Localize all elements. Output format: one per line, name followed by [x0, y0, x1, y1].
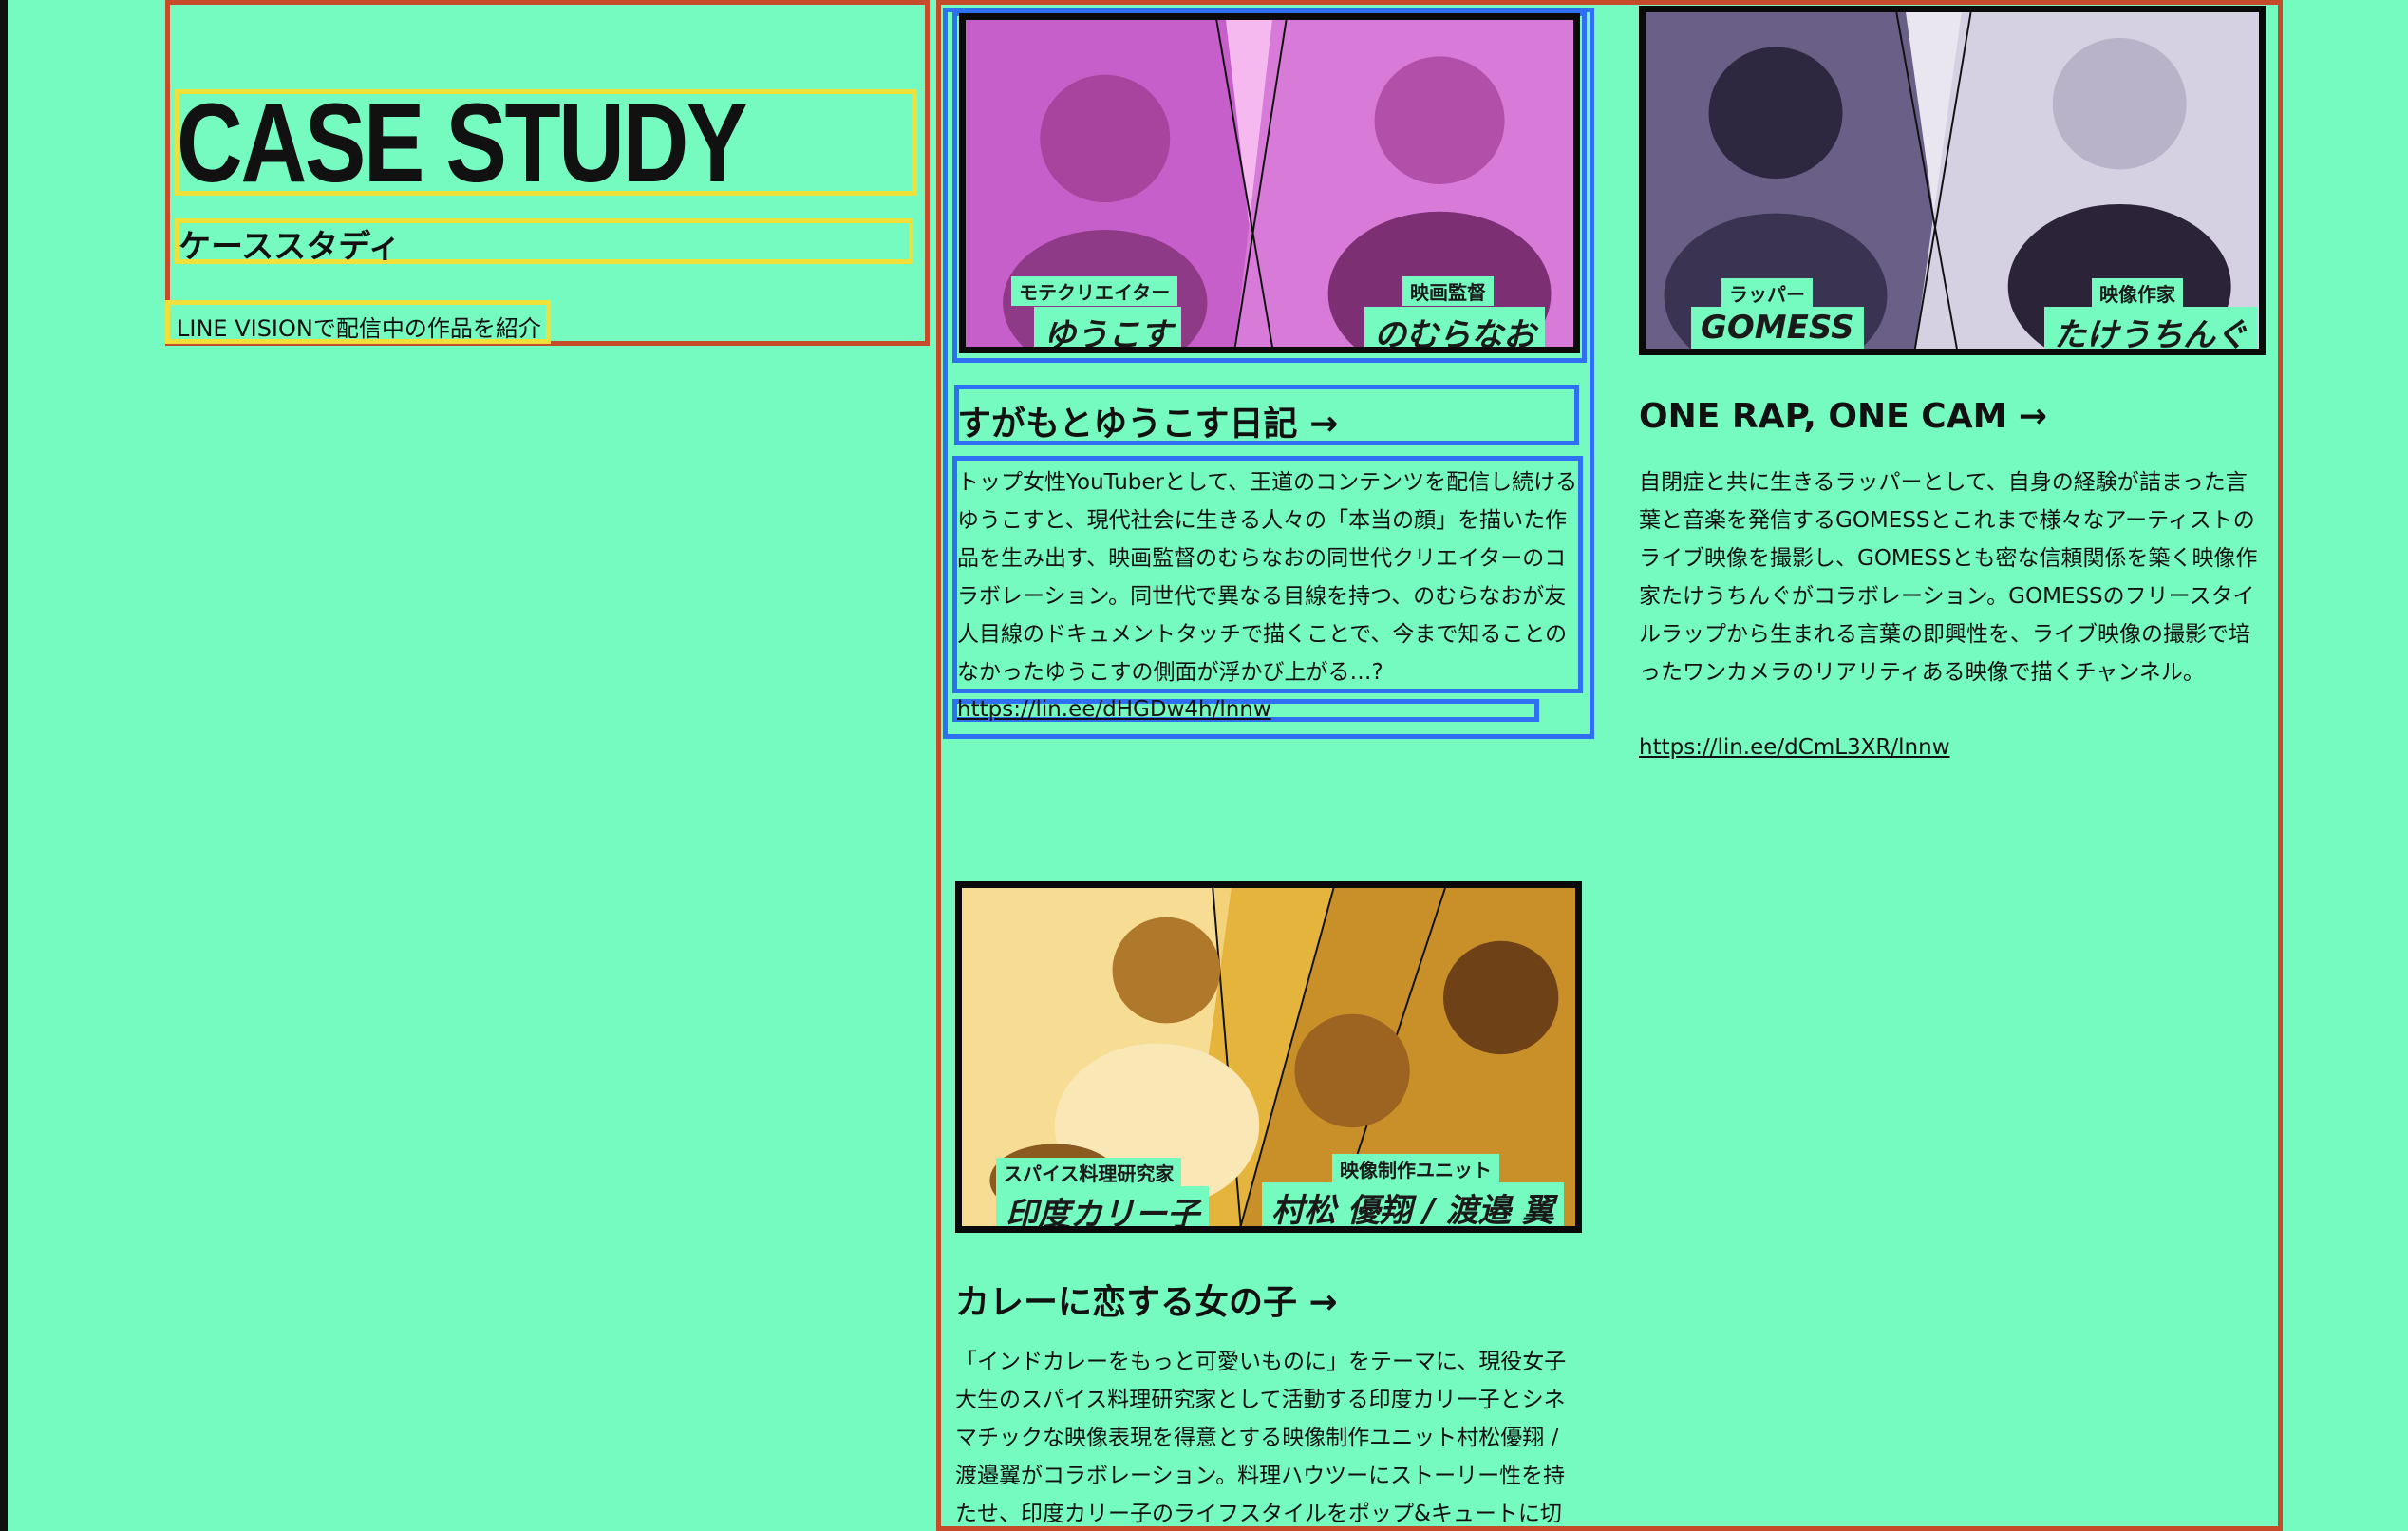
person-role-label: スパイス料理研究家	[996, 1158, 1182, 1187]
card-description: 自閉症と共に生きるラッパーとして、自身の経験が詰まった言葉と音楽を発信するGOM…	[1639, 470, 2258, 685]
person-role-label: モテクリエイター	[1011, 276, 1178, 306]
person-name-label: 印度カリー子	[996, 1186, 1209, 1226]
section-subtitle: ケーススタディ	[179, 228, 401, 266]
card-description: 「インドカレーをもっと可愛いものに」をテーマに、現役女子大生のスパイス料理研究家…	[955, 1350, 1567, 1526]
card-thumbnail[interactable]: スパイス料理研究家 印度カリー子 映像制作ユニット 村松 優翔 / 渡邉 翼	[955, 881, 1582, 1233]
card-title-link[interactable]: ONE RAP, ONE CAM →	[1639, 397, 2047, 436]
person-name-label: GOMESS	[1691, 307, 1864, 349]
card-title-link[interactable]: すがもとゆうこす日記 →	[957, 396, 1338, 445]
person-role-label: 映像制作ユニット	[1332, 1154, 1499, 1183]
person-name-label: たけうちんぐ	[2044, 307, 2257, 349]
card-external-link[interactable]: https://lin.ee/dCmL3XR/lnnw	[1639, 735, 1950, 760]
page: CASE STUDY ケーススタディ LINE VISIONで配信中の作品を紹介…	[0, 0, 2408, 1531]
section-intro: LINE VISIONで配信中の作品を紹介	[177, 315, 541, 342]
card-thumbnail[interactable]: ラッパー GOMESS 映像作家 たけうちんぐ	[1639, 6, 2266, 355]
person-name-label: のむらなお	[1364, 307, 1545, 347]
person-name-label: 村松 優翔 / 渡邉 翼	[1262, 1182, 1564, 1226]
card-title-link[interactable]: カレーに恋する女の子 →	[955, 1275, 1338, 1324]
card-thumbnail[interactable]: モテクリエイター ゆうこす 映画監督 のむらなお	[959, 13, 1580, 353]
left-edge-bar	[0, 0, 8, 1531]
person-role-label: 映像作家	[2092, 278, 2183, 308]
card-external-link[interactable]: https://lin.ee/dHGDw4h/lnnw	[957, 697, 1271, 722]
person-role-label: 映画監督	[1402, 276, 1494, 306]
person-name-label: ゆうこす	[1034, 307, 1182, 347]
section-title: CASE STUDY	[177, 81, 748, 206]
person-role-label: ラッパー	[1721, 278, 1813, 308]
card-description: トップ女性YouTuberとして、王道のコンテンツを配信し続けるゆうこすと、現代…	[957, 470, 1578, 685]
